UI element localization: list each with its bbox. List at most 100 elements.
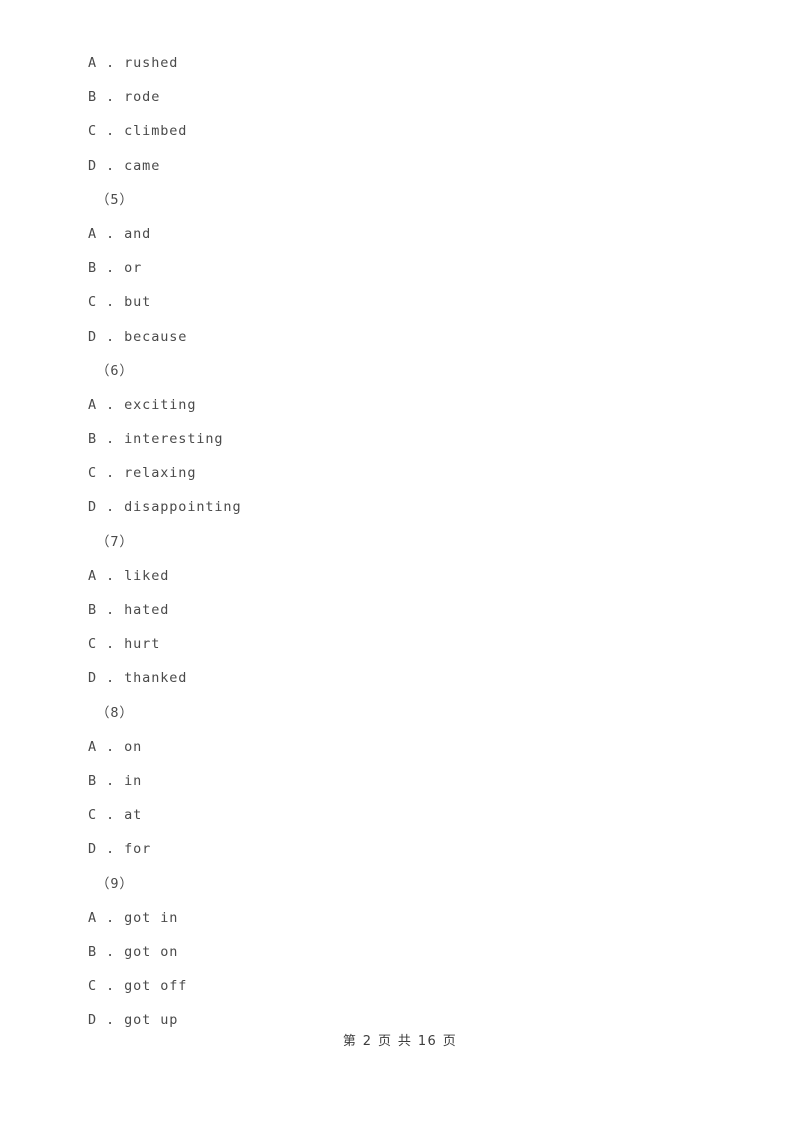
option-text: in — [124, 772, 143, 789]
option-text: hurt — [124, 636, 161, 653]
option-text: for — [124, 841, 152, 858]
option-separator: . — [97, 465, 125, 482]
option-separator: . — [97, 260, 125, 277]
option-letter: A — [88, 567, 98, 584]
answer-option[interactable]: D . thanked — [88, 661, 728, 695]
option-text: came — [124, 157, 161, 174]
question-number: （8） — [96, 704, 134, 721]
option-letter: C — [88, 807, 98, 824]
answer-option[interactable]: B . got on — [88, 935, 728, 969]
option-letter: D — [88, 841, 98, 858]
answer-option[interactable]: C . but — [88, 285, 728, 319]
option-text: interesting — [124, 431, 224, 448]
answer-option[interactable]: C . hurt — [88, 627, 728, 661]
option-text: got on — [124, 943, 179, 960]
document-page: A . rushed B . rode C . climbed D . came （5）… — [0, 0, 800, 1132]
question-number: （6） — [96, 362, 134, 379]
option-text: climbed — [124, 123, 188, 140]
answer-option[interactable]: C . climbed — [88, 114, 728, 148]
option-letter: D — [88, 328, 98, 345]
answer-option[interactable]: C . at — [88, 798, 728, 832]
option-letter: C — [88, 978, 98, 995]
option-text: disappointing — [124, 499, 242, 516]
option-separator: . — [97, 943, 125, 960]
option-separator: . — [97, 328, 125, 345]
option-letter: C — [88, 294, 98, 311]
option-letter: A — [88, 909, 98, 926]
answer-option[interactable]: D . came — [88, 149, 728, 183]
answer-option[interactable]: B . or — [88, 251, 728, 285]
option-text: and — [124, 225, 152, 242]
option-letter: A — [88, 396, 98, 413]
option-separator: . — [97, 978, 125, 995]
option-text: hated — [124, 602, 170, 618]
question-number: （5） — [96, 191, 134, 208]
question-number: （7） — [96, 533, 134, 550]
option-separator: . — [97, 567, 125, 584]
option-separator: . — [97, 123, 125, 140]
option-letter: B — [88, 89, 98, 106]
option-text: got off — [124, 978, 188, 995]
option-separator: . — [97, 499, 125, 516]
answer-option[interactable]: A . exciting — [88, 388, 728, 422]
option-letter: C — [88, 123, 98, 140]
option-text: but — [124, 294, 152, 311]
option-separator: . — [97, 772, 125, 789]
answer-option[interactable]: B . rode — [88, 80, 728, 114]
answer-option[interactable]: B . in — [88, 764, 728, 798]
option-letter: D — [88, 499, 98, 516]
option-letter: C — [88, 465, 98, 482]
option-text: exciting — [124, 396, 197, 413]
answer-option[interactable]: A . got in — [88, 901, 728, 935]
option-letter: A — [88, 225, 98, 242]
option-text: on — [124, 738, 143, 755]
option-separator: . — [97, 55, 125, 71]
option-separator: . — [97, 738, 125, 755]
answer-option[interactable]: C . relaxing — [88, 456, 728, 490]
option-separator: . — [97, 1012, 125, 1029]
option-letter: A — [88, 55, 98, 71]
option-separator: . — [97, 225, 125, 242]
option-letter: D — [88, 157, 98, 174]
option-letter: D — [88, 1012, 98, 1029]
question-number: （9） — [96, 875, 134, 892]
option-separator: . — [97, 602, 125, 618]
option-letter: B — [88, 260, 98, 277]
answer-option[interactable]: A . on — [88, 730, 728, 764]
answer-option[interactable]: D . for — [88, 832, 728, 866]
answer-option[interactable]: D . because — [88, 320, 728, 354]
option-separator: . — [97, 157, 125, 174]
option-separator: . — [97, 396, 125, 413]
option-separator: . — [97, 909, 125, 926]
option-text: or — [124, 260, 143, 277]
option-separator: . — [97, 431, 125, 448]
option-text: because — [124, 328, 188, 345]
option-text: rushed — [124, 55, 179, 71]
answer-option[interactable]: B . interesting — [88, 422, 728, 456]
option-text: got in — [124, 909, 179, 926]
answer-option[interactable]: A . rushed — [88, 46, 728, 80]
option-text: relaxing — [124, 465, 197, 482]
option-text: liked — [124, 567, 170, 584]
answer-option[interactable]: D . disappointing — [88, 490, 728, 524]
answer-option[interactable]: A . liked — [88, 559, 728, 593]
option-separator: . — [97, 89, 125, 106]
option-separator: . — [97, 670, 125, 687]
option-letter: B — [88, 602, 98, 618]
answer-option[interactable]: C . got off — [88, 969, 728, 1003]
answer-option[interactable]: B . hated — [88, 593, 728, 627]
option-letter: B — [88, 772, 98, 789]
answer-option[interactable]: A . and — [88, 217, 728, 251]
option-text: thanked — [124, 670, 188, 687]
option-letter: D — [88, 670, 98, 687]
option-letter: B — [88, 943, 98, 960]
document-content: A . rushed B . rode C . climbed D . came （5）… — [88, 46, 728, 1037]
option-separator: . — [97, 807, 125, 824]
page-footer: 第 2 页 共 16 页 — [342, 1034, 458, 1049]
option-text: at — [124, 807, 143, 824]
option-letter: C — [88, 636, 98, 653]
option-separator: . — [97, 294, 125, 311]
option-separator: . — [97, 636, 125, 653]
option-letter: A — [88, 738, 98, 755]
option-separator: . — [97, 841, 125, 858]
